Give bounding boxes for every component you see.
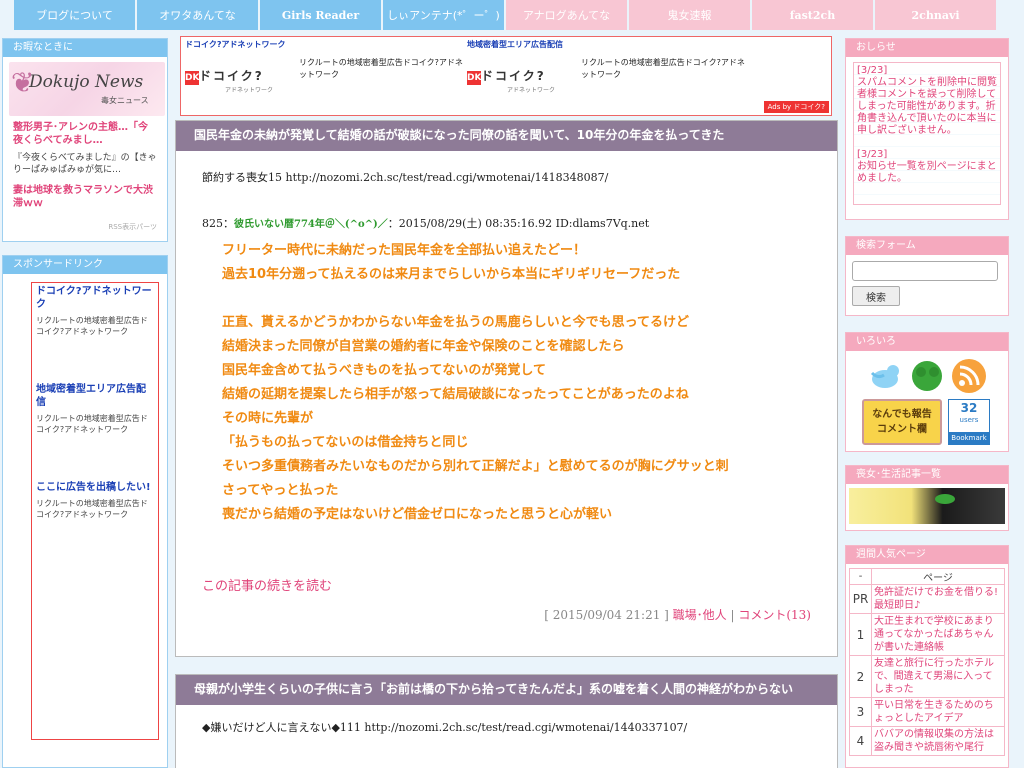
nav-owata-antenna[interactable]: オワタあんてな	[137, 0, 260, 30]
ranking-link[interactable]: 平い日常を生きるためのちょっとしたアイデア	[871, 697, 1005, 727]
search-header: 検索フォーム	[846, 237, 1008, 255]
notice-header: おしらせ	[846, 39, 1008, 57]
ranking-header: 週間人気ページ	[846, 546, 1008, 564]
sponsor-header: スポンサードリンク	[3, 256, 167, 274]
ads-by-label[interactable]: Ads by ドコイク?	[763, 101, 829, 113]
ranking-box: 週間人気ページ - ページ PR 免許証だけでお金を借りる!最短即日♪ 1 大正…	[845, 545, 1009, 768]
sponsor-box: スポンサードリンク ドコイク?アドネットワーク リクルートの地域密着型広告ドコイ…	[2, 255, 168, 768]
rss-feed-icon[interactable]	[950, 357, 988, 395]
category-link[interactable]: 職場･他人	[673, 608, 727, 622]
search-box: 検索フォーム 検索	[845, 236, 1009, 316]
dokoiku-logo: DKドコイク? アドネットワーク	[467, 69, 556, 94]
boring-time-box: お暇なときに ❦ Dokujo News 毒女ニュース 整形男子･アレンの主態……	[2, 38, 168, 242]
nav-about-blog[interactable]: ブログについて	[14, 0, 137, 30]
ranking-link[interactable]: 友達と旅行に行ったホテルで、間違えて男湯に入ってしまった	[871, 655, 1005, 698]
post-date: [ 2015/09/04 21:21 ]	[544, 608, 669, 622]
ranking-link[interactable]: ババアの情報収集の方法は盗み聞きや読唇術や尾行	[871, 726, 1005, 756]
search-button[interactable]: 検索	[852, 286, 900, 306]
nav-2chnavi[interactable]: 2chnavi	[875, 0, 998, 30]
ranking-row: PR 免許証だけでお金を借りる!最短即日♪	[849, 584, 1005, 614]
post-meta: [ 2015/09/04 21:21 ] 職場･他人 | コメント(13)	[544, 608, 811, 622]
rss-link-1[interactable]: 整形男子･アレンの主態…「今夜くらべてみまし…	[13, 121, 157, 147]
category-banner-image[interactable]	[849, 488, 1005, 524]
misc-box: いろいろ なんでも報告 コメント欄 32 users Bookmark	[845, 332, 1009, 452]
source-line: ◆嫌いだけど人に言えない◆111 http://nozomi.2ch.sc/te…	[202, 721, 688, 734]
nav-girls-reader[interactable]: Girls Reader	[260, 0, 383, 30]
sponsor-item: 地域密着型エリア広告配信 リクルートの地域密着型広告ドコイク?アドネットワーク	[36, 383, 154, 435]
category-box: 喪女･生活記事一覧	[845, 465, 1009, 531]
comments-link[interactable]: コメント(13)	[738, 608, 811, 622]
sponsor-item: ここに広告を出稿したい! リクルートの地域密着型広告ドコイク?アドネットワーク	[36, 481, 154, 520]
nav-shii-antenna[interactable]: しぃアンテナ(*゜ー゜)	[383, 0, 506, 30]
dokujo-news-logo[interactable]: ❦ Dokujo News 毒女ニュース	[9, 62, 165, 116]
twitter-bird-icon[interactable]	[866, 357, 904, 395]
dokoiku-logo: DKドコイク? アドネットワーク	[185, 69, 274, 94]
notice-box: おしらせ [3/23] スパムコメントを削除中に閲覧者様コメントを誤って削除して…	[845, 38, 1009, 220]
notice-content: [3/23] スパムコメントを削除中に閲覧者様コメントを誤って削除してしまった可…	[853, 62, 1001, 205]
misc-header: いろいろ	[846, 333, 1008, 351]
poster-name: 彼氏いない暦774年＠＼(^o^)／	[234, 219, 388, 230]
ranking-link[interactable]: 免許証だけでお金を借りる!最短即日♪	[871, 584, 1005, 614]
article-title[interactable]: 母親が小学生くらいの子供に言う「お前は橋の下から拾ってきたんだよ」系の嘘を着く人…	[176, 675, 837, 705]
ad-column-1[interactable]: ドコイク?アドネットワーク DKドコイク? アドネットワーク リクルートの地域密…	[185, 39, 485, 94]
sponsor-link-3[interactable]: ここに広告を出稿したい!	[36, 481, 154, 494]
ranking-row: 1 大正生まれで学校にあまり通ってなかったばあちゃんが書いた連絡帳	[849, 613, 1005, 656]
ad-banner: ドコイク?アドネットワーク DKドコイク? アドネットワーク リクルートの地域密…	[180, 36, 832, 116]
hatena-bookmark-button[interactable]: 32 users Bookmark	[948, 399, 990, 445]
ranking-row: 3 平い日常を生きるためのちょっとしたアイデア	[849, 697, 1005, 727]
top-navigation: ブログについて オワタあんてな Girls Reader しぃアンテナ(*゜ー゜…	[14, 0, 998, 32]
article-post: 母親が小学生くらいの子供に言う「お前は橋の下から拾ってきたんだよ」系の嘘を着く人…	[175, 674, 838, 768]
article-post: 国民年金の未納が発覚して結婚の話が破談になった同僚の話を聞いて、10年分の年金を…	[175, 120, 838, 657]
nav-fast2ch[interactable]: fast2ch	[752, 0, 875, 30]
mixi-check-icon[interactable]	[908, 357, 946, 395]
ranking-row: 4 ババアの情報収集の方法は盗み聞きや読唇術や尾行	[849, 726, 1005, 756]
response-header: 825：彼氏いない暦774年＠＼(^o^)／：2015/08/29(土) 08:…	[202, 217, 650, 230]
article-title[interactable]: 国民年金の未納が発覚して結婚の話が破談になった同僚の話を聞いて、10年分の年金を…	[176, 121, 837, 151]
sponsor-list: ドコイク?アドネットワーク リクルートの地域密着型広告ドコイク?アドネットワーク…	[31, 282, 159, 740]
boring-time-header: お暇なときに	[3, 39, 167, 57]
ranking-link[interactable]: 大正生まれで学校にあまり通ってなかったばあちゃんが書いた連絡帳	[871, 613, 1005, 656]
rss-link-2[interactable]: 妻は地球を救うマラソンで大渋滞ｗｗ	[13, 184, 157, 210]
report-comment-button[interactable]: なんでも報告 コメント欄	[862, 399, 942, 445]
sponsor-item: ドコイク?アドネットワーク リクルートの地域密着型広告ドコイク?アドネットワーク	[36, 285, 154, 337]
nav-analog-antenna[interactable]: アナログあんてな	[506, 0, 629, 30]
sponsor-link-1[interactable]: ドコイク?アドネットワーク	[36, 285, 154, 311]
ranking-row: 2 友達と旅行に行ったホテルで、間違えて男湯に入ってしまった	[849, 655, 1005, 698]
rss-desc-1: 『今夜くらべてみました』の【きゃりーぱみゅぱみゅが気に…	[13, 153, 157, 175]
category-header: 喪女･生活記事一覧	[846, 466, 1008, 484]
source-line: 節約する喪女15 http://nozomi.2ch.sc/test/read.…	[202, 171, 609, 184]
rss-parts-label[interactable]: RSS表示パーツ	[13, 222, 157, 232]
ranking-table: - ページ PR 免許証だけでお金を借りる!最短即日♪ 1 大正生まれで学校にあ…	[849, 568, 1005, 756]
sponsor-link-2[interactable]: 地域密着型エリア広告配信	[36, 383, 154, 409]
nav-kijo-sokuho[interactable]: 鬼女速報	[629, 0, 752, 30]
ad-column-2[interactable]: 地域密着型エリア広告配信 DKドコイク? アドネットワーク リクルートの地域密着…	[467, 39, 767, 94]
quote-body: フリーター時代に未納だった国民年金を全部払い追えたどー！ 過去10年分遡って払え…	[222, 243, 729, 522]
search-input[interactable]	[852, 261, 998, 281]
read-more-link[interactable]: この記事の続きを読む	[202, 575, 811, 594]
